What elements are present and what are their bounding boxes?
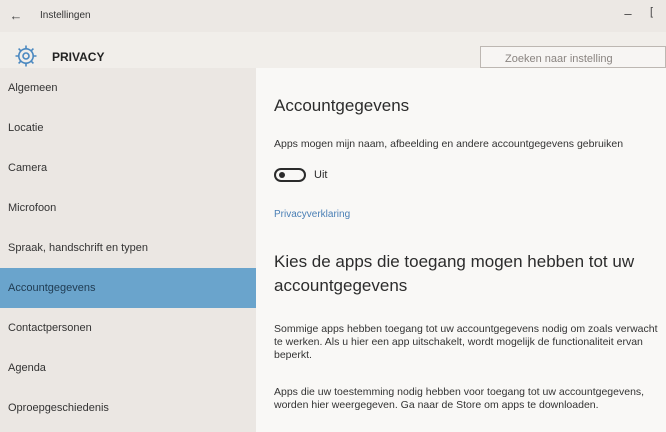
minimize-button[interactable]: – [618,6,638,21]
maximize-button[interactable]: [ [650,6,666,18]
sidebar-item-oproepgeschiedenis[interactable]: Oproepgeschiedenis [0,388,256,428]
section-subtitle: Kies de apps die toegang mogen hebben to… [274,252,635,295]
sidebar-item-microfoon[interactable]: Microfoon [0,188,256,228]
setting-description: Apps mogen mijn naam, afbeelding en ande… [274,138,624,150]
privacy-link[interactable]: Privacyverklaring [274,209,350,220]
sidebar-item-camera[interactable]: Camera [0,148,256,188]
sidebar-item-spraak[interactable]: Spraak, handschrift en typen [0,228,256,268]
window-title: Instellingen [40,10,91,21]
back-arrow-icon[interactable]: ← [6,6,26,26]
description-paragraph-1: Sommige apps hebben toegang tot uw accou… [274,323,658,361]
section-title: PRIVACY [52,50,105,64]
toggle-knob [279,172,285,178]
sidebar-item-accountgegevens[interactable]: Accountgegevens [0,268,256,308]
sidebar-item-agenda[interactable]: Agenda [0,348,256,388]
sidebar-item-algemeen[interactable]: Algemeen [0,68,256,108]
description-paragraph-2: Apps die uw toestemming nodig hebben voo… [274,386,645,411]
title-bar: ← Instellingen – [ [0,0,666,32]
main-content: Accountgegevens Apps mogen mijn naam, af… [256,68,666,432]
sidebar-item-locatie[interactable]: Locatie [0,108,256,148]
search-input[interactable] [480,46,666,68]
toggle-state-label: Uit [314,169,328,181]
page-title: Accountgegevens [274,96,410,115]
sidebar-item-contactpersonen[interactable]: Contactpersonen [0,308,256,348]
sidebar: Algemeen Locatie Camera Microfoon Spraak… [0,68,256,432]
account-access-toggle[interactable] [274,168,306,182]
gear-icon [15,45,37,67]
